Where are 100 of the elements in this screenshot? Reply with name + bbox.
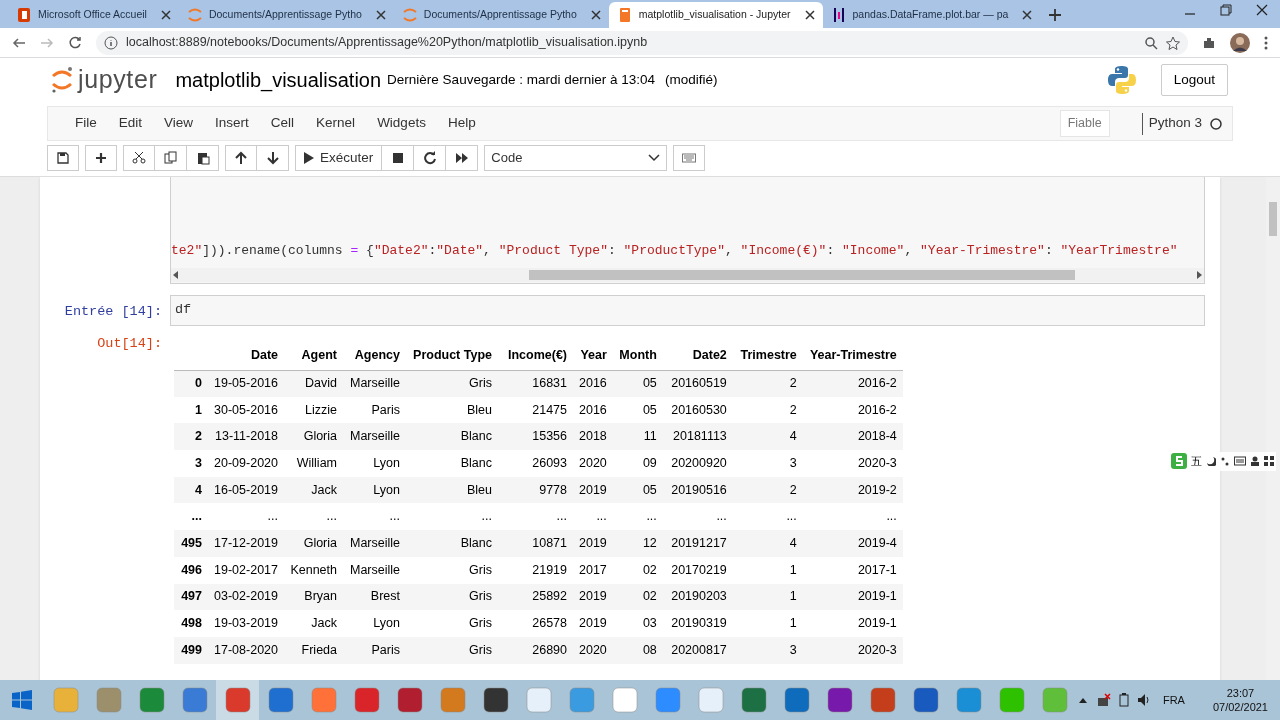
move-down-button[interactable] — [257, 145, 289, 171]
table-cell: Frieda — [284, 636, 343, 664]
paste-button[interactable] — [187, 145, 219, 171]
restore-icon[interactable] — [1220, 4, 1232, 16]
cell-type-dropdown[interactable]: Code — [484, 145, 668, 171]
grid-icon[interactable] — [1264, 456, 1274, 467]
table-cell: 05 — [612, 370, 663, 397]
menu-item[interactable]: Kernel — [305, 113, 367, 134]
scrollbar-thumb[interactable] — [529, 270, 1075, 280]
new-tab-icon[interactable] — [1048, 8, 1063, 22]
table-cell: 11 — [612, 423, 663, 451]
close-icon[interactable] — [590, 10, 601, 20]
table-cell: Paris — [343, 636, 406, 664]
code-input[interactable]: te2"])).rename(columns = {"Date2":"Date", "Product Type": "ProductType", "Income(€)": "Income", "Year-Trimestre": "YearTrimestre" — [170, 177, 1205, 284]
table-cell: 2016-2 — [802, 396, 903, 424]
autosave-status: (modifié) — [665, 70, 718, 89]
app-icon — [611, 687, 638, 713]
clock[interactable]: 23:07 07/02/2021 — [1212, 686, 1268, 714]
app-icon — [267, 687, 294, 713]
taskbar-app[interactable] — [216, 680, 259, 720]
address-field[interactable]: localhost:8889/notebooks/Documents/Apprentissage%20Python/matplotlib_visualisation.ipynb — [96, 30, 1188, 55]
table-cell: 2019-1 — [802, 610, 903, 637]
logout-button[interactable]: Logout — [1160, 64, 1228, 96]
browser-tab[interactable]: matplotlib_visualisation - Jupyter — [608, 2, 823, 28]
table-cell: 13-11-2018 — [208, 423, 284, 451]
back-icon[interactable] — [12, 35, 26, 50]
menu-item[interactable]: Widgets — [366, 113, 437, 134]
row-index: 495 — [174, 530, 208, 557]
table-cell: 20-09-2020 — [208, 450, 284, 477]
close-icon[interactable] — [1256, 4, 1268, 16]
volume-icon[interactable] — [1136, 693, 1151, 707]
menu-item[interactable]: View — [153, 113, 205, 134]
input-method-toolbar[interactable]: 五 — [1169, 452, 1276, 471]
kernel-name: Python 3 — [1148, 114, 1202, 133]
app-icon — [826, 687, 853, 713]
menu-item[interactable]: Insert — [204, 113, 260, 134]
table-cell: Marseille — [343, 530, 406, 557]
table-cell: Bleu — [406, 396, 498, 424]
person-icon[interactable] — [1250, 456, 1260, 467]
browser-tab[interactable]: Documents/Apprentissage Pytho — [178, 2, 394, 28]
scroll-left-icon[interactable] — [173, 271, 179, 279]
scroll-right-icon[interactable] — [1196, 271, 1202, 279]
table-cell: 2020-3 — [802, 450, 903, 477]
table-cell: 4 — [732, 530, 803, 557]
table-cell: 2016-2 — [802, 370, 903, 397]
table-cell: ... — [662, 503, 733, 531]
add-cell-button[interactable] — [85, 145, 117, 171]
move-up-button[interactable] — [225, 145, 257, 171]
show-hidden-icon[interactable] — [1078, 697, 1087, 703]
punctuation-icon[interactable] — [1220, 456, 1230, 467]
close-icon[interactable] — [1022, 10, 1033, 20]
row-index: 0 — [174, 370, 208, 397]
jupyter-logo[interactable]: jupyter — [50, 61, 158, 99]
app-icon — [138, 687, 165, 713]
close-icon[interactable] — [160, 10, 171, 20]
menu-item[interactable]: Edit — [107, 113, 154, 134]
table-cell: 2 — [732, 396, 803, 424]
stop-icon — [390, 151, 405, 165]
notebook-name[interactable]: matplotlib_visualisation — [175, 65, 382, 95]
avatar-icon[interactable] — [1230, 32, 1250, 53]
puzzle-icon[interactable] — [1202, 35, 1216, 50]
save-button[interactable] — [47, 145, 79, 171]
zoom-icon[interactable] — [1144, 35, 1158, 50]
menu-item[interactable]: File — [64, 113, 108, 134]
table-cell: 2020-3 — [802, 636, 903, 664]
menu-item[interactable]: Help — [436, 113, 487, 134]
star-icon[interactable] — [1166, 35, 1180, 50]
horizontal-scrollbar[interactable] — [171, 268, 1204, 282]
browser-tab[interactable]: Documents/Apprentissage Pytho — [393, 2, 609, 28]
close-icon[interactable] — [375, 10, 386, 20]
app-icon — [697, 687, 724, 713]
table-cell: 2019 — [573, 583, 613, 611]
table-cell: 2020 — [573, 450, 613, 477]
trusted-indicator[interactable]: Fiable — [1059, 110, 1110, 137]
restart-button[interactable] — [414, 145, 447, 171]
fast-forward-icon — [454, 151, 469, 165]
menu-item[interactable]: Cell — [259, 113, 306, 134]
close-icon[interactable] — [804, 10, 815, 20]
table-cell: 2020 — [573, 636, 613, 664]
cut-button[interactable] — [123, 145, 155, 171]
keyboard-icon[interactable] — [1234, 456, 1246, 467]
table-cell: 15356 — [498, 423, 573, 451]
language-indicator[interactable]: FRA — [1162, 691, 1185, 709]
table-cell: 12 — [612, 530, 663, 557]
code-input[interactable]: df — [170, 295, 1205, 326]
browser-tab[interactable]: Microsoft Office Accueil — [8, 2, 179, 28]
battery-icon[interactable] — [1118, 693, 1129, 707]
table-cell: Brest — [343, 583, 406, 611]
keyboard-icon — [682, 151, 697, 165]
browser-tab[interactable]: pandas.DataFrame.plot.bar — pa — [822, 2, 1041, 28]
fast-forward-button[interactable] — [446, 145, 479, 171]
network-icon[interactable] — [1096, 693, 1111, 707]
stop-button[interactable] — [382, 145, 415, 171]
table-cell: 03-02-2019 — [208, 583, 284, 611]
table-cell: 4 — [732, 423, 803, 451]
more-icon[interactable] — [1264, 35, 1268, 50]
run-button[interactable]: Exécuter — [295, 145, 383, 171]
moon-icon[interactable] — [1206, 456, 1216, 467]
table-cell: ... — [732, 503, 803, 531]
reload-icon[interactable] — [68, 35, 82, 50]
